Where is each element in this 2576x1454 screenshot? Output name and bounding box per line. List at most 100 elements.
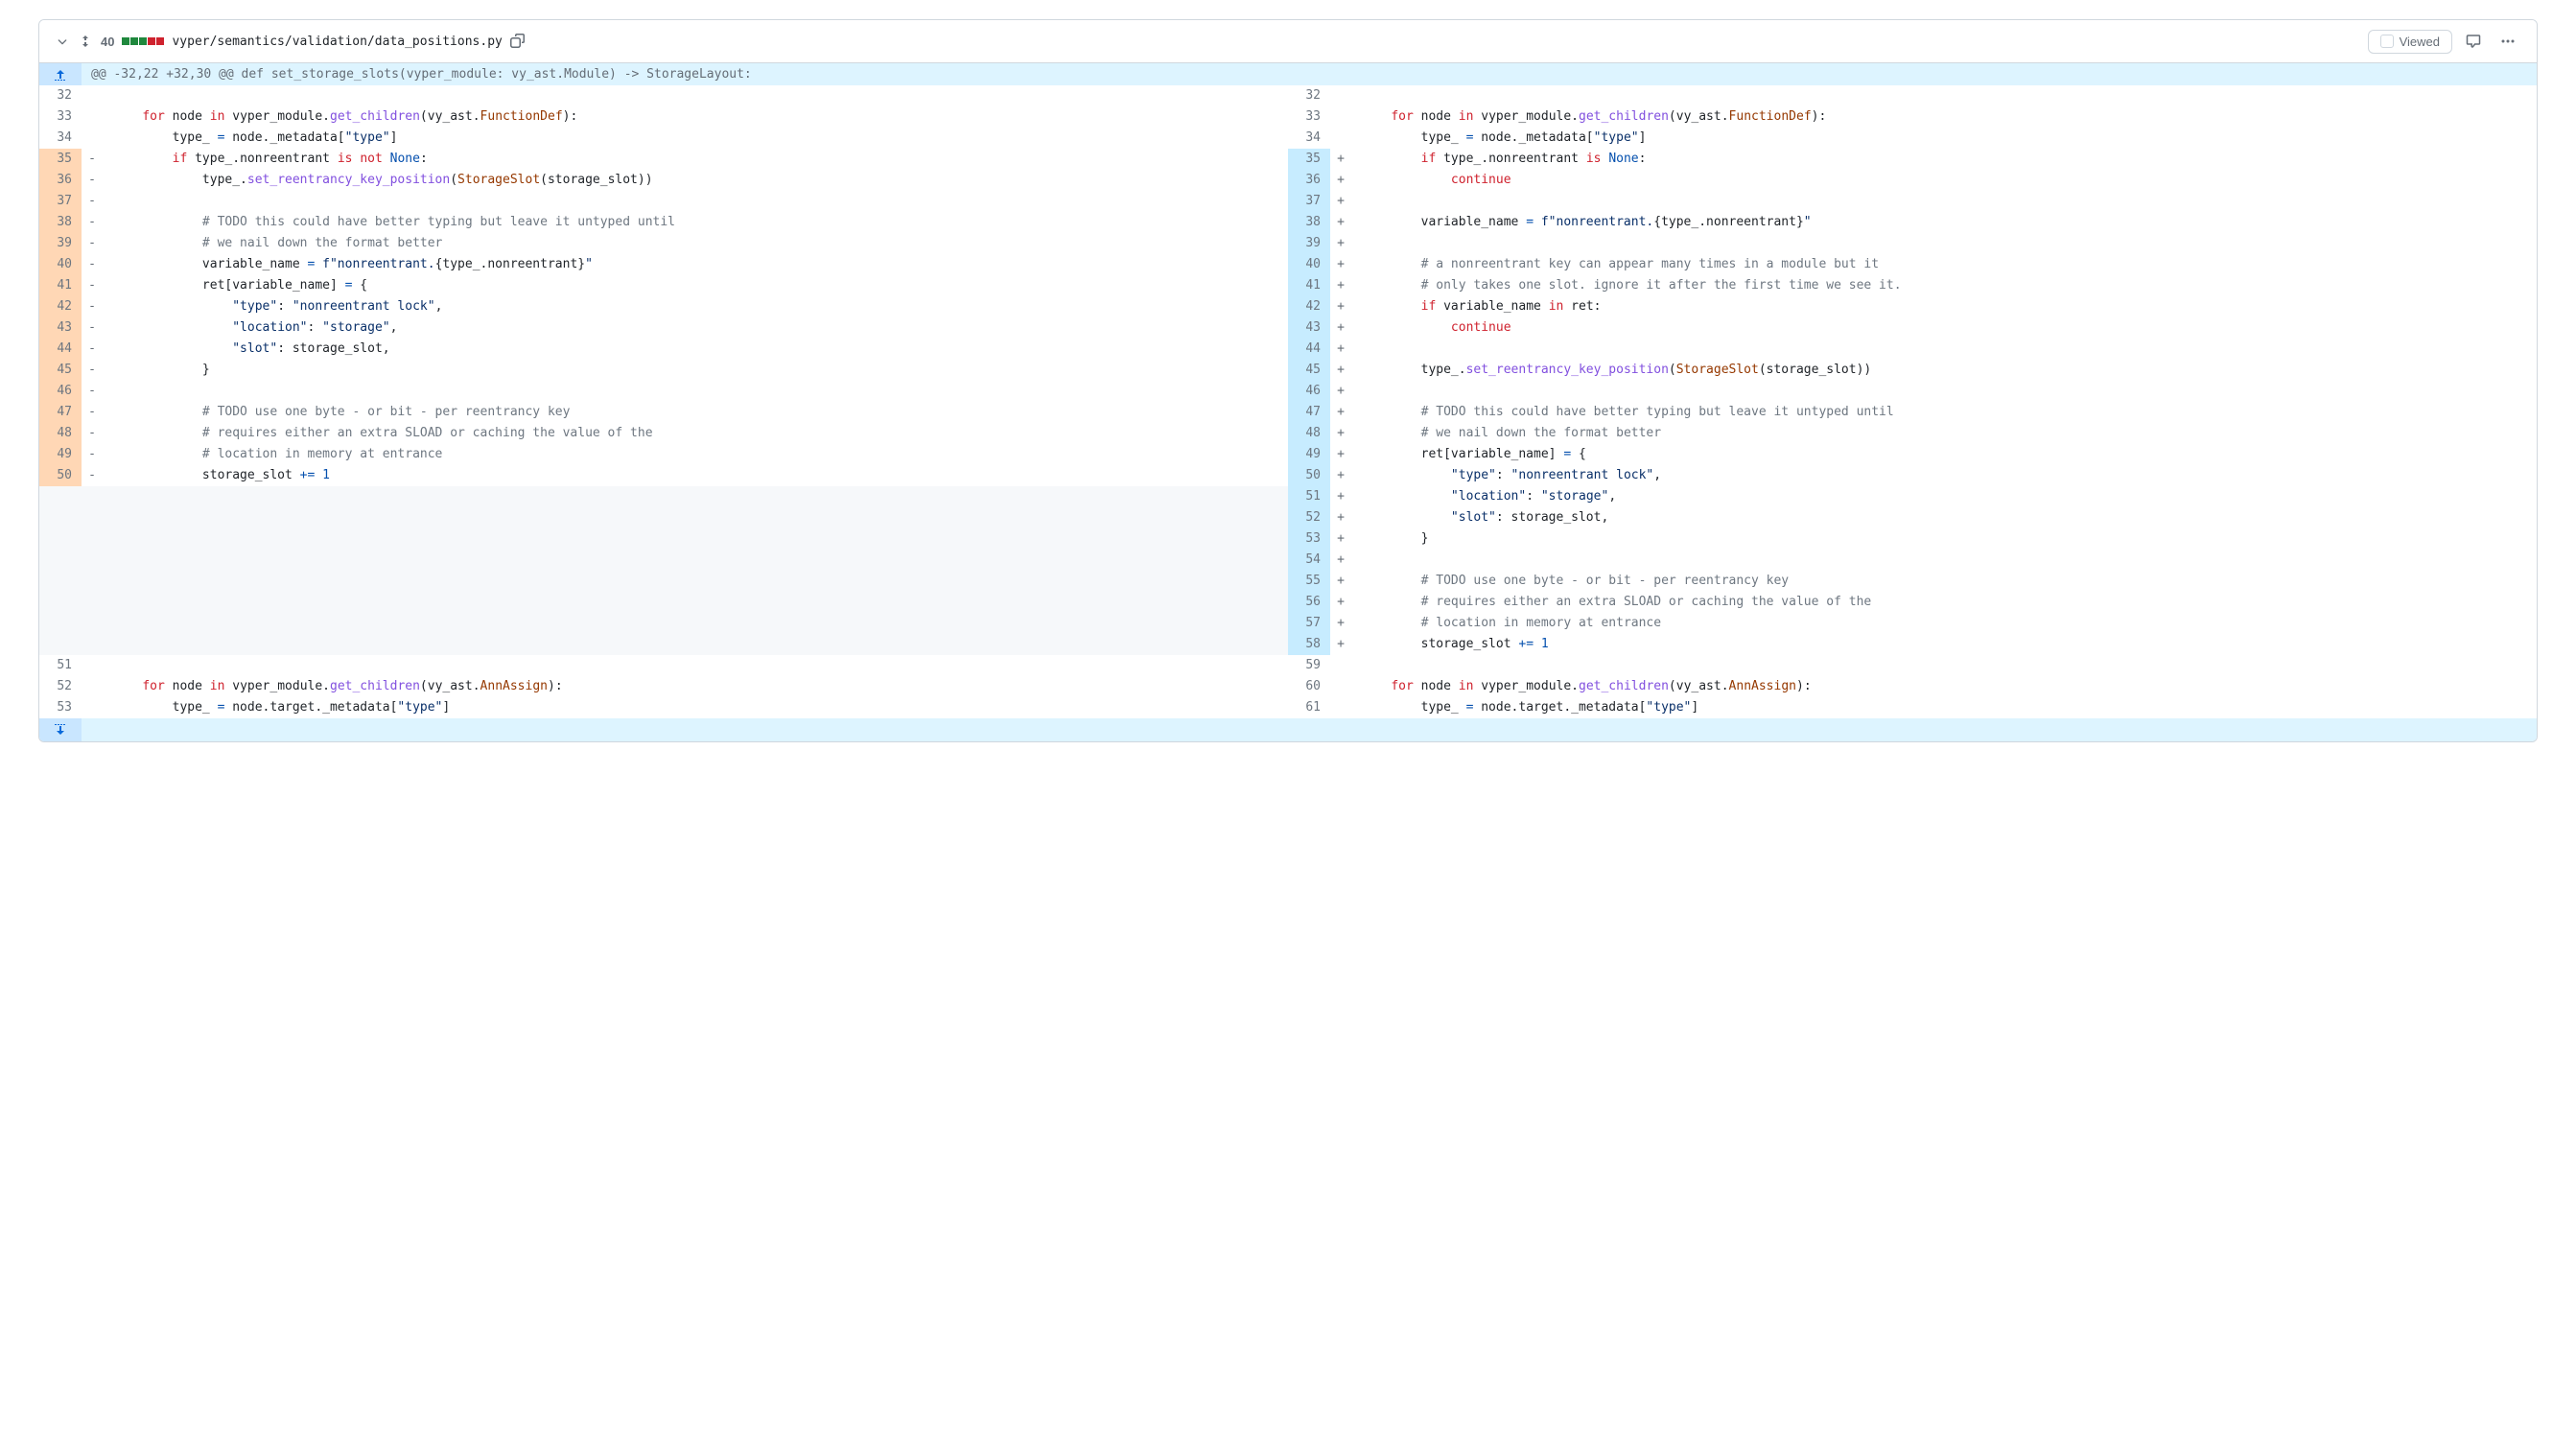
line-number-right[interactable]: 48 — [1288, 423, 1330, 444]
line-number-left[interactable]: 50 — [39, 465, 82, 486]
line-number-left[interactable]: 48 — [39, 423, 82, 444]
line-number-right[interactable]: 33 — [1288, 106, 1330, 128]
code-cell-right[interactable]: "slot": storage_slot, — [1351, 507, 2537, 528]
line-number-right[interactable]: 61 — [1288, 697, 1330, 718]
code-cell-right[interactable]: ret[variable_name] = { — [1351, 444, 2537, 465]
line-number-right[interactable]: 58 — [1288, 634, 1330, 655]
expand-all-icon[interactable] — [78, 34, 93, 49]
code-cell-right[interactable] — [1351, 191, 2537, 212]
line-number-right[interactable]: 36 — [1288, 170, 1330, 191]
code-cell-right[interactable]: # requires either an extra SLOAD or cach… — [1351, 592, 2537, 613]
line-number-right[interactable]: 60 — [1288, 676, 1330, 697]
line-number-left[interactable]: 37 — [39, 191, 82, 212]
code-cell-right[interactable] — [1351, 550, 2537, 571]
line-number-left[interactable]: 52 — [39, 676, 82, 697]
code-cell-right[interactable]: type_ = node.target._metadata["type"] — [1351, 697, 2537, 718]
line-number-right[interactable]: 57 — [1288, 613, 1330, 634]
code-cell-right[interactable]: for node in vyper_module.get_children(vy… — [1351, 106, 2537, 128]
line-number-right[interactable]: 43 — [1288, 317, 1330, 339]
code-cell-left[interactable]: if type_.nonreentrant is not None: — [103, 149, 1288, 170]
code-cell-right[interactable]: variable_name = f"nonreentrant.{type_.no… — [1351, 212, 2537, 233]
code-cell-left[interactable]: # requires either an extra SLOAD or cach… — [103, 423, 1288, 444]
viewed-toggle[interactable]: Viewed — [2368, 30, 2452, 54]
line-number-left[interactable]: 32 — [39, 85, 82, 106]
line-number-left[interactable]: 46 — [39, 381, 82, 402]
code-cell-right[interactable]: type_.set_reentrancy_key_position(Storag… — [1351, 360, 2537, 381]
code-cell-left[interactable] — [103, 85, 1288, 106]
line-number-left[interactable] — [39, 550, 82, 571]
line-number-left[interactable] — [39, 634, 82, 655]
line-number-left[interactable] — [39, 613, 82, 634]
line-number-left[interactable]: 34 — [39, 128, 82, 149]
code-cell-left[interactable]: type_ = node._metadata["type"] — [103, 128, 1288, 149]
code-cell-right[interactable]: continue — [1351, 317, 2537, 339]
line-number-right[interactable]: 41 — [1288, 275, 1330, 296]
line-number-right[interactable]: 38 — [1288, 212, 1330, 233]
line-number-right[interactable]: 54 — [1288, 550, 1330, 571]
code-cell-right[interactable] — [1351, 655, 2537, 676]
code-cell-right[interactable] — [1351, 233, 2537, 254]
code-cell-left[interactable]: type_ = node.target._metadata["type"] — [103, 697, 1288, 718]
code-cell-right[interactable]: } — [1351, 528, 2537, 550]
code-cell-left[interactable]: for node in vyper_module.get_children(vy… — [103, 106, 1288, 128]
code-cell-left[interactable] — [103, 191, 1288, 212]
line-number-right[interactable]: 32 — [1288, 85, 1330, 106]
line-number-left[interactable]: 45 — [39, 360, 82, 381]
code-cell-left[interactable]: # we nail down the format better — [103, 233, 1288, 254]
file-path[interactable]: vyper/semantics/validation/data_position… — [172, 35, 502, 49]
code-cell-left[interactable]: # TODO this could have better typing but… — [103, 212, 1288, 233]
line-number-left[interactable]: 40 — [39, 254, 82, 275]
code-cell-right[interactable]: # TODO this could have better typing but… — [1351, 402, 2537, 423]
code-cell-left[interactable] — [103, 634, 1288, 655]
code-cell-right[interactable]: # location in memory at entrance — [1351, 613, 2537, 634]
line-number-right[interactable]: 59 — [1288, 655, 1330, 676]
code-cell-right[interactable]: # we nail down the format better — [1351, 423, 2537, 444]
comment-icon[interactable] — [2460, 28, 2487, 55]
code-cell-left[interactable] — [103, 550, 1288, 571]
line-number-right[interactable]: 45 — [1288, 360, 1330, 381]
code-cell-left[interactable]: ret[variable_name] = { — [103, 275, 1288, 296]
code-cell-right[interactable]: "location": "storage", — [1351, 486, 2537, 507]
code-cell-right[interactable]: if type_.nonreentrant is None: — [1351, 149, 2537, 170]
line-number-left[interactable]: 38 — [39, 212, 82, 233]
line-number-right[interactable]: 53 — [1288, 528, 1330, 550]
expand-up-icon[interactable] — [39, 63, 82, 85]
copy-path-icon[interactable] — [510, 34, 526, 49]
line-number-right[interactable]: 39 — [1288, 233, 1330, 254]
code-cell-left[interactable]: # location in memory at entrance — [103, 444, 1288, 465]
code-cell-right[interactable]: # only takes one slot. ignore it after t… — [1351, 275, 2537, 296]
code-cell-left[interactable] — [103, 655, 1288, 676]
line-number-right[interactable]: 40 — [1288, 254, 1330, 275]
line-number-right[interactable]: 56 — [1288, 592, 1330, 613]
line-number-left[interactable]: 39 — [39, 233, 82, 254]
code-cell-right[interactable]: type_ = node._metadata["type"] — [1351, 128, 2537, 149]
line-number-right[interactable]: 51 — [1288, 486, 1330, 507]
code-cell-left[interactable] — [103, 592, 1288, 613]
code-cell-left[interactable]: "slot": storage_slot, — [103, 339, 1288, 360]
line-number-left[interactable]: 53 — [39, 697, 82, 718]
line-number-right[interactable]: 37 — [1288, 191, 1330, 212]
line-number-left[interactable]: 51 — [39, 655, 82, 676]
expand-down-icon[interactable] — [39, 718, 82, 741]
line-number-left[interactable] — [39, 507, 82, 528]
line-number-left[interactable]: 42 — [39, 296, 82, 317]
line-number-left[interactable]: 49 — [39, 444, 82, 465]
line-number-right[interactable]: 42 — [1288, 296, 1330, 317]
line-number-left[interactable] — [39, 528, 82, 550]
code-cell-right[interactable]: if variable_name in ret: — [1351, 296, 2537, 317]
line-number-left[interactable]: 36 — [39, 170, 82, 191]
line-number-right[interactable]: 49 — [1288, 444, 1330, 465]
line-number-right[interactable]: 47 — [1288, 402, 1330, 423]
code-cell-right[interactable] — [1351, 381, 2537, 402]
code-cell-right[interactable]: # TODO use one byte - or bit - per reent… — [1351, 571, 2537, 592]
code-cell-right[interactable] — [1351, 339, 2537, 360]
code-cell-left[interactable] — [103, 613, 1288, 634]
code-cell-left[interactable] — [103, 381, 1288, 402]
code-cell-left[interactable] — [103, 486, 1288, 507]
kebab-menu-icon[interactable] — [2494, 28, 2521, 55]
code-cell-left[interactable] — [103, 507, 1288, 528]
code-cell-left[interactable]: variable_name = f"nonreentrant.{type_.no… — [103, 254, 1288, 275]
line-number-left[interactable]: 35 — [39, 149, 82, 170]
code-cell-left[interactable] — [103, 571, 1288, 592]
code-cell-left[interactable]: "type": "nonreentrant lock", — [103, 296, 1288, 317]
